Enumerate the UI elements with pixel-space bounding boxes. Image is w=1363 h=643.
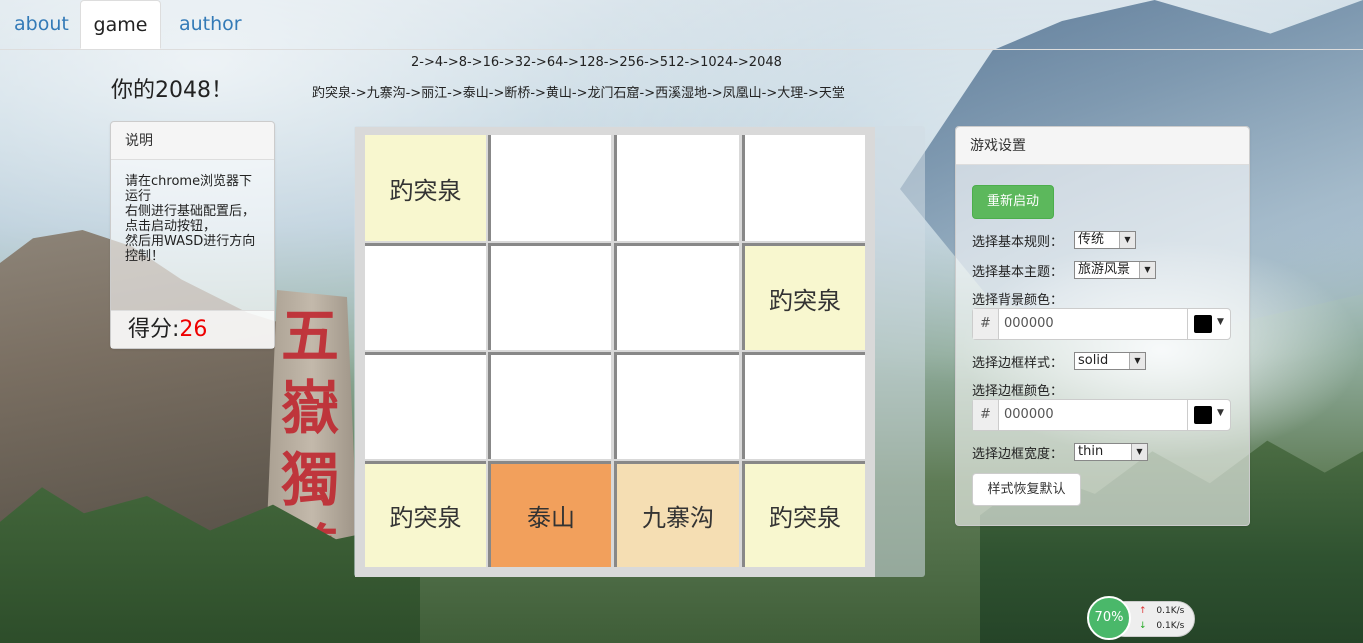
place-sequence: 趵突泉->九寨沟->丽江->泰山->断桥->黄山->龙门石窟->西溪湿地->凤凰…	[312, 86, 845, 101]
bg-color-field[interactable]: # 000000 ▼	[972, 308, 1231, 340]
download-speed-value: 0.1K/s	[1156, 621, 1185, 631]
border-style-select[interactable]: solid ▼	[1074, 352, 1146, 370]
theme-select-value: 旅游风景	[1078, 262, 1131, 277]
rule-label: 选择基本规则：	[972, 235, 1064, 250]
score-display: 得分:26	[111, 310, 274, 348]
theme-label: 选择基本主题：	[972, 265, 1064, 280]
score-label: 得分:	[128, 317, 180, 342]
bg-color-picker[interactable]: ▼	[1187, 309, 1230, 339]
board-tile: 趵突泉	[365, 461, 486, 567]
settings-heading: 游戏设置	[956, 127, 1249, 165]
board-tile	[742, 352, 865, 459]
bg-color-input[interactable]: 000000	[1004, 309, 1054, 339]
instructions-text: 请在chrome浏览器下运行 右侧进行基础配置后， 点击启动按钮， 然后用WAS…	[111, 160, 274, 264]
restart-button[interactable]: 重新启动	[972, 185, 1054, 219]
number-sequence: 2->4->8->16->32->64->128->256->512->1024…	[411, 55, 782, 70]
board-tile: 泰山	[488, 461, 611, 567]
border-color-field[interactable]: # 000000 ▼	[972, 399, 1231, 431]
chevron-down-icon: ▼	[1119, 232, 1135, 248]
caret-down-icon: ▼	[1217, 317, 1224, 327]
page-title: 你的2048！	[111, 78, 233, 103]
hash-addon: #	[973, 309, 999, 339]
speed-percent: 70%	[1087, 596, 1131, 640]
game-board[interactable]: 趵突泉 趵突泉 趵突泉 泰山 九寨沟 趵突泉	[355, 127, 875, 577]
border-style-label: 选择边框样式：	[972, 356, 1064, 371]
border-color-picker[interactable]: ▼	[1187, 400, 1230, 430]
board-tile	[488, 352, 611, 459]
board-tile	[365, 243, 486, 350]
board-tile	[742, 135, 865, 241]
tab-about[interactable]: about	[0, 0, 83, 49]
board-tile: 趵突泉	[365, 135, 486, 241]
instructions-panel: 说明 请在chrome浏览器下运行 右侧进行基础配置后， 点击启动按钮， 然后用…	[110, 121, 275, 349]
board-tile: 趵突泉	[742, 243, 865, 350]
border-color-label: 选择边框颜色：	[972, 384, 1064, 399]
border-style-value: solid	[1078, 353, 1109, 368]
instructions-heading: 说明	[111, 122, 274, 160]
border-width-select[interactable]: thin ▼	[1074, 443, 1148, 461]
instruction-line: 点击启动按钮，	[125, 219, 217, 234]
settings-panel: 游戏设置 重新启动 选择基本规则： 传统 ▼ 选择基本主题： 旅游风景 ▼ 选择…	[955, 126, 1250, 526]
arrow-down-icon: ↓	[1139, 621, 1147, 631]
bg-color-label: 选择背景颜色：	[972, 293, 1064, 308]
chevron-down-icon: ▼	[1129, 353, 1145, 369]
network-speed-widget[interactable]: 70% ↑ 0.1K/s ↓ 0.1K/s	[1087, 596, 1195, 640]
board-tile: 九寨沟	[614, 461, 739, 567]
rule-select-value: 传统	[1078, 232, 1105, 247]
caret-down-icon: ▼	[1217, 408, 1224, 418]
board-tile: 趵突泉	[742, 461, 865, 567]
chevron-down-icon: ▼	[1131, 444, 1147, 460]
hash-addon: #	[973, 400, 999, 430]
tab-game[interactable]: game	[80, 0, 161, 49]
score-value: 26	[179, 317, 208, 342]
color-swatch	[1194, 406, 1212, 424]
nav-tabs: about game author	[0, 0, 1363, 50]
chevron-down-icon: ▼	[1139, 262, 1155, 278]
border-color-input[interactable]: 000000	[1004, 400, 1054, 430]
board-tile	[365, 352, 486, 459]
arrow-up-icon: ↑	[1139, 606, 1147, 616]
instruction-line: 请在chrome浏览器下运行	[125, 174, 253, 204]
upload-speed: ↑ 0.1K/s	[1139, 606, 1184, 616]
board-tile	[488, 243, 611, 350]
board-tile	[614, 135, 739, 241]
upload-speed-value: 0.1K/s	[1156, 606, 1185, 616]
board-tile	[614, 243, 739, 350]
board-tile	[488, 135, 611, 241]
color-swatch	[1194, 315, 1212, 333]
theme-select[interactable]: 旅游风景 ▼	[1074, 261, 1156, 279]
background-calligraphy: 五嶽獨尊	[280, 302, 339, 586]
download-speed: ↓ 0.1K/s	[1139, 621, 1184, 631]
tab-author[interactable]: author	[165, 0, 256, 49]
board-tile	[614, 352, 739, 459]
reset-style-button[interactable]: 样式恢复默认	[972, 473, 1081, 506]
instruction-line: 然后用WASD进行方向控制！	[125, 234, 256, 264]
instruction-line: 右侧进行基础配置后，	[125, 204, 256, 219]
border-width-label: 选择边框宽度：	[972, 447, 1064, 462]
rule-select[interactable]: 传统 ▼	[1074, 231, 1136, 249]
border-width-value: thin	[1078, 444, 1104, 459]
